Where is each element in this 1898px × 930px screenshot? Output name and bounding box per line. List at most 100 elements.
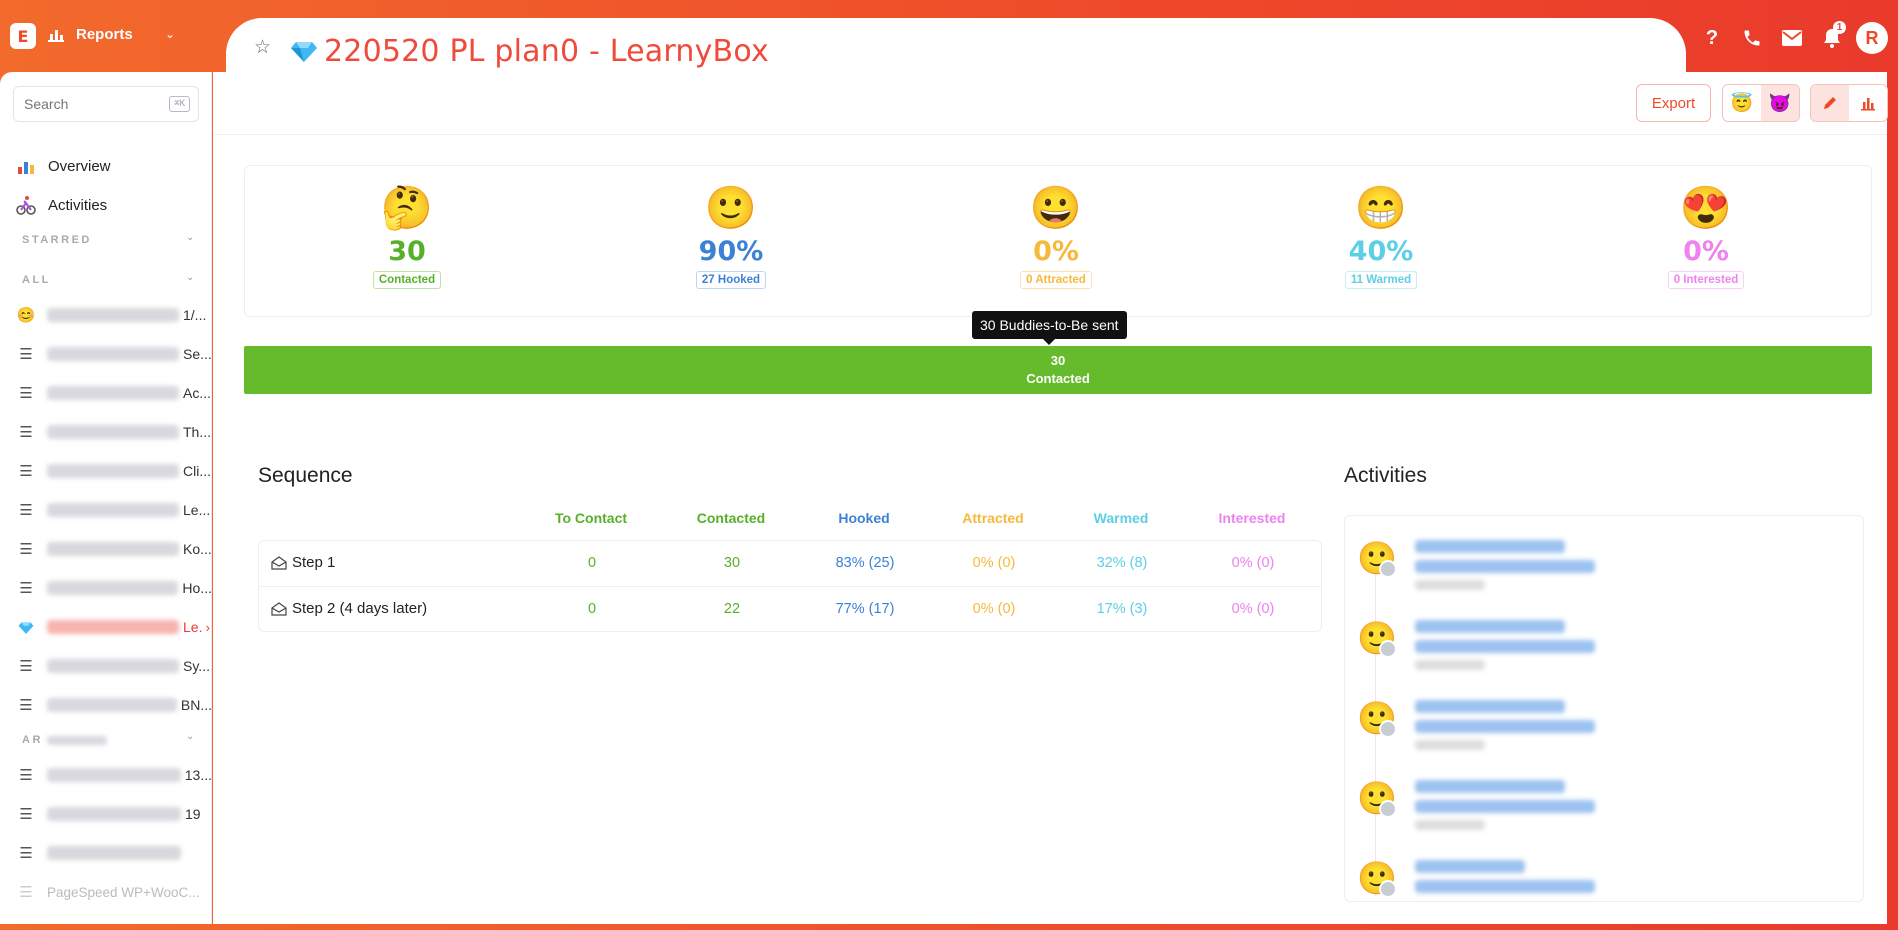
activity-item[interactable]: 🙂 <box>1357 856 1857 901</box>
sidebar-item[interactable]: ☰ 13... <box>16 764 211 786</box>
redacted-text <box>47 846 181 860</box>
stats-card: 🤔 30 Contacted 🙂 90% 27 Hooked 😀 0% 0 At… <box>244 165 1872 317</box>
tooltip: 30 Buddies-to-Be sent <box>972 311 1127 345</box>
nav-label: Activities <box>48 196 108 214</box>
stat-value: 0% <box>1033 236 1079 267</box>
stat-value: 0% <box>1683 236 1729 267</box>
sidebar-item[interactable]: ☰ 19 <box>16 803 211 825</box>
nav-activities[interactable]: Activities <box>16 195 107 215</box>
nav-overview[interactable]: Overview <box>16 156 111 176</box>
redacted-text <box>1415 780 1565 793</box>
chart-icon <box>16 156 36 176</box>
bottom-strip <box>0 924 1898 930</box>
avatar[interactable]: R <box>1856 22 1888 54</box>
redacted-text <box>1415 560 1595 573</box>
list-icon: ☰ <box>19 884 33 901</box>
sidebar-item-label: Cli... <box>183 463 211 479</box>
bell-icon[interactable]: 1 <box>1812 20 1852 56</box>
table-cell: 77% (17) <box>835 601 895 617</box>
sidebar-item[interactable]: ☰ Ko... <box>16 538 211 560</box>
thinking-emoji-icon: 🤔 <box>380 184 434 231</box>
activities-feed[interactable]: 🙂 🙂 🙂 🙂 🙂 <box>1344 515 1864 902</box>
redacted-text <box>47 308 179 322</box>
angel-icon[interactable]: 😇 <box>1723 85 1761 121</box>
sidebar-item[interactable]: 😊 1/... <box>16 304 211 326</box>
sidebar-item-label: Le... <box>183 502 211 518</box>
star-icon[interactable]: ☆ <box>254 38 274 58</box>
devil-icon[interactable]: 😈 <box>1761 85 1799 121</box>
chevron-right-icon: › <box>205 619 210 635</box>
redacted-text <box>47 807 181 821</box>
table-cell: 0% (0) <box>1231 601 1275 617</box>
chevron-down-icon[interactable]: ⌄ <box>165 27 175 41</box>
redacted-text <box>1415 800 1595 813</box>
search-input[interactable] <box>14 87 144 121</box>
sidebar-item-label: PageSpeed WP+WooC... <box>47 884 200 900</box>
bar-chart-icon <box>48 30 64 42</box>
step-name: Step 2 (4 days later) <box>271 600 427 617</box>
table-cell: 30 <box>723 555 741 571</box>
bar-chart-icon[interactable] <box>1849 85 1887 121</box>
avatar <box>1379 880 1397 898</box>
redacted-text <box>46 698 177 712</box>
list-icon: ☰ <box>19 463 33 480</box>
grin-emoji-icon: 😀 <box>1029 184 1083 231</box>
sidebar-item[interactable]: ☰ Le... <box>16 499 211 521</box>
chevron-down-icon[interactable]: ⌄ <box>186 272 194 283</box>
chevron-down-icon[interactable]: ⌄ <box>186 731 194 742</box>
help-icon[interactable]: ? <box>1692 20 1732 56</box>
chevron-down-icon[interactable]: ⌄ <box>186 232 194 243</box>
search-field[interactable]: ⌘K <box>13 86 199 122</box>
section-archived: AR <box>22 734 111 746</box>
redacted-text <box>47 503 179 517</box>
activity-item[interactable]: 🙂 <box>1357 536 1857 606</box>
stat-hooked: 🙂 90% 27 Hooked <box>651 184 811 289</box>
list-icon: ☰ <box>19 346 33 363</box>
sidebar: ⌘K Overview Activities STARRED ⌄ ALL ⌄ 😊… <box>0 72 212 924</box>
sidebar-item[interactable]: ☰ PageSpeed WP+WooC... <box>16 881 211 903</box>
stat-interested: 😍 0% 0 Interested <box>1626 184 1786 289</box>
redacted-text <box>46 735 107 745</box>
redacted-text <box>47 347 179 361</box>
sidebar-item[interactable]: ☰ Cli... <box>16 460 211 482</box>
envelope-open-icon <box>271 601 287 616</box>
pencil-icon[interactable] <box>1811 85 1849 121</box>
module-switcher-label[interactable]: Reports <box>76 26 133 43</box>
avatar <box>1379 560 1397 578</box>
sidebar-item-label: 1/... <box>183 307 207 323</box>
table-cell: 0% (0) <box>972 601 1016 617</box>
beaming-emoji-icon: 😁 <box>1354 184 1408 231</box>
section-starred: STARRED <box>22 234 92 246</box>
phone-icon[interactable] <box>1732 20 1772 56</box>
list-icon: ☰ <box>19 658 33 675</box>
stat-label: 0 Attracted <box>1020 271 1092 289</box>
stat-label: 0 Interested <box>1667 271 1745 289</box>
sidebar-item[interactable]: ☰ Ac... <box>16 382 211 404</box>
sidebar-item-active[interactable]: Le. › <box>16 616 211 638</box>
funnel-progress-bar[interactable]: 30 Contacted <box>244 346 1872 394</box>
app-logo[interactable]: E <box>10 23 36 49</box>
heart-eyes-emoji-icon: 😍 <box>1679 184 1733 231</box>
sidebar-item-label: Ho... <box>182 580 212 596</box>
mail-icon[interactable] <box>1772 20 1812 56</box>
table-cell: 22 <box>723 601 741 617</box>
activity-item[interactable]: 🙂 <box>1357 776 1857 846</box>
redacted-text <box>1415 620 1565 633</box>
export-button[interactable]: Export <box>1636 84 1711 122</box>
activity-item[interactable]: 🙂 <box>1357 616 1857 686</box>
list-icon: ☰ <box>19 697 33 714</box>
activity-item[interactable]: 🙂 <box>1357 696 1857 766</box>
sidebar-item[interactable]: ☰ <box>16 842 211 864</box>
table-row[interactable]: Step 2 (4 days later) 0 22 77% (17) 0% (… <box>259 586 1321 631</box>
sidebar-item[interactable]: ☰ Sy... <box>16 655 211 677</box>
redacted-text <box>47 542 179 556</box>
redacted-text <box>46 768 181 782</box>
sidebar-item[interactable]: ☰ Ho... <box>16 577 212 599</box>
table-cell: 32% (8) <box>1096 555 1148 571</box>
sidebar-item[interactable]: ☰ Se... <box>16 343 211 365</box>
sidebar-item[interactable]: ☰ BN... <box>16 694 211 716</box>
list-icon: ☰ <box>19 424 33 441</box>
sidebar-item[interactable]: ☰ Th... <box>16 421 211 443</box>
redacted-text <box>1415 720 1595 733</box>
table-row[interactable]: Step 1 0 30 83% (25) 0% (0) 32% (8) 0% (… <box>259 541 1321 586</box>
